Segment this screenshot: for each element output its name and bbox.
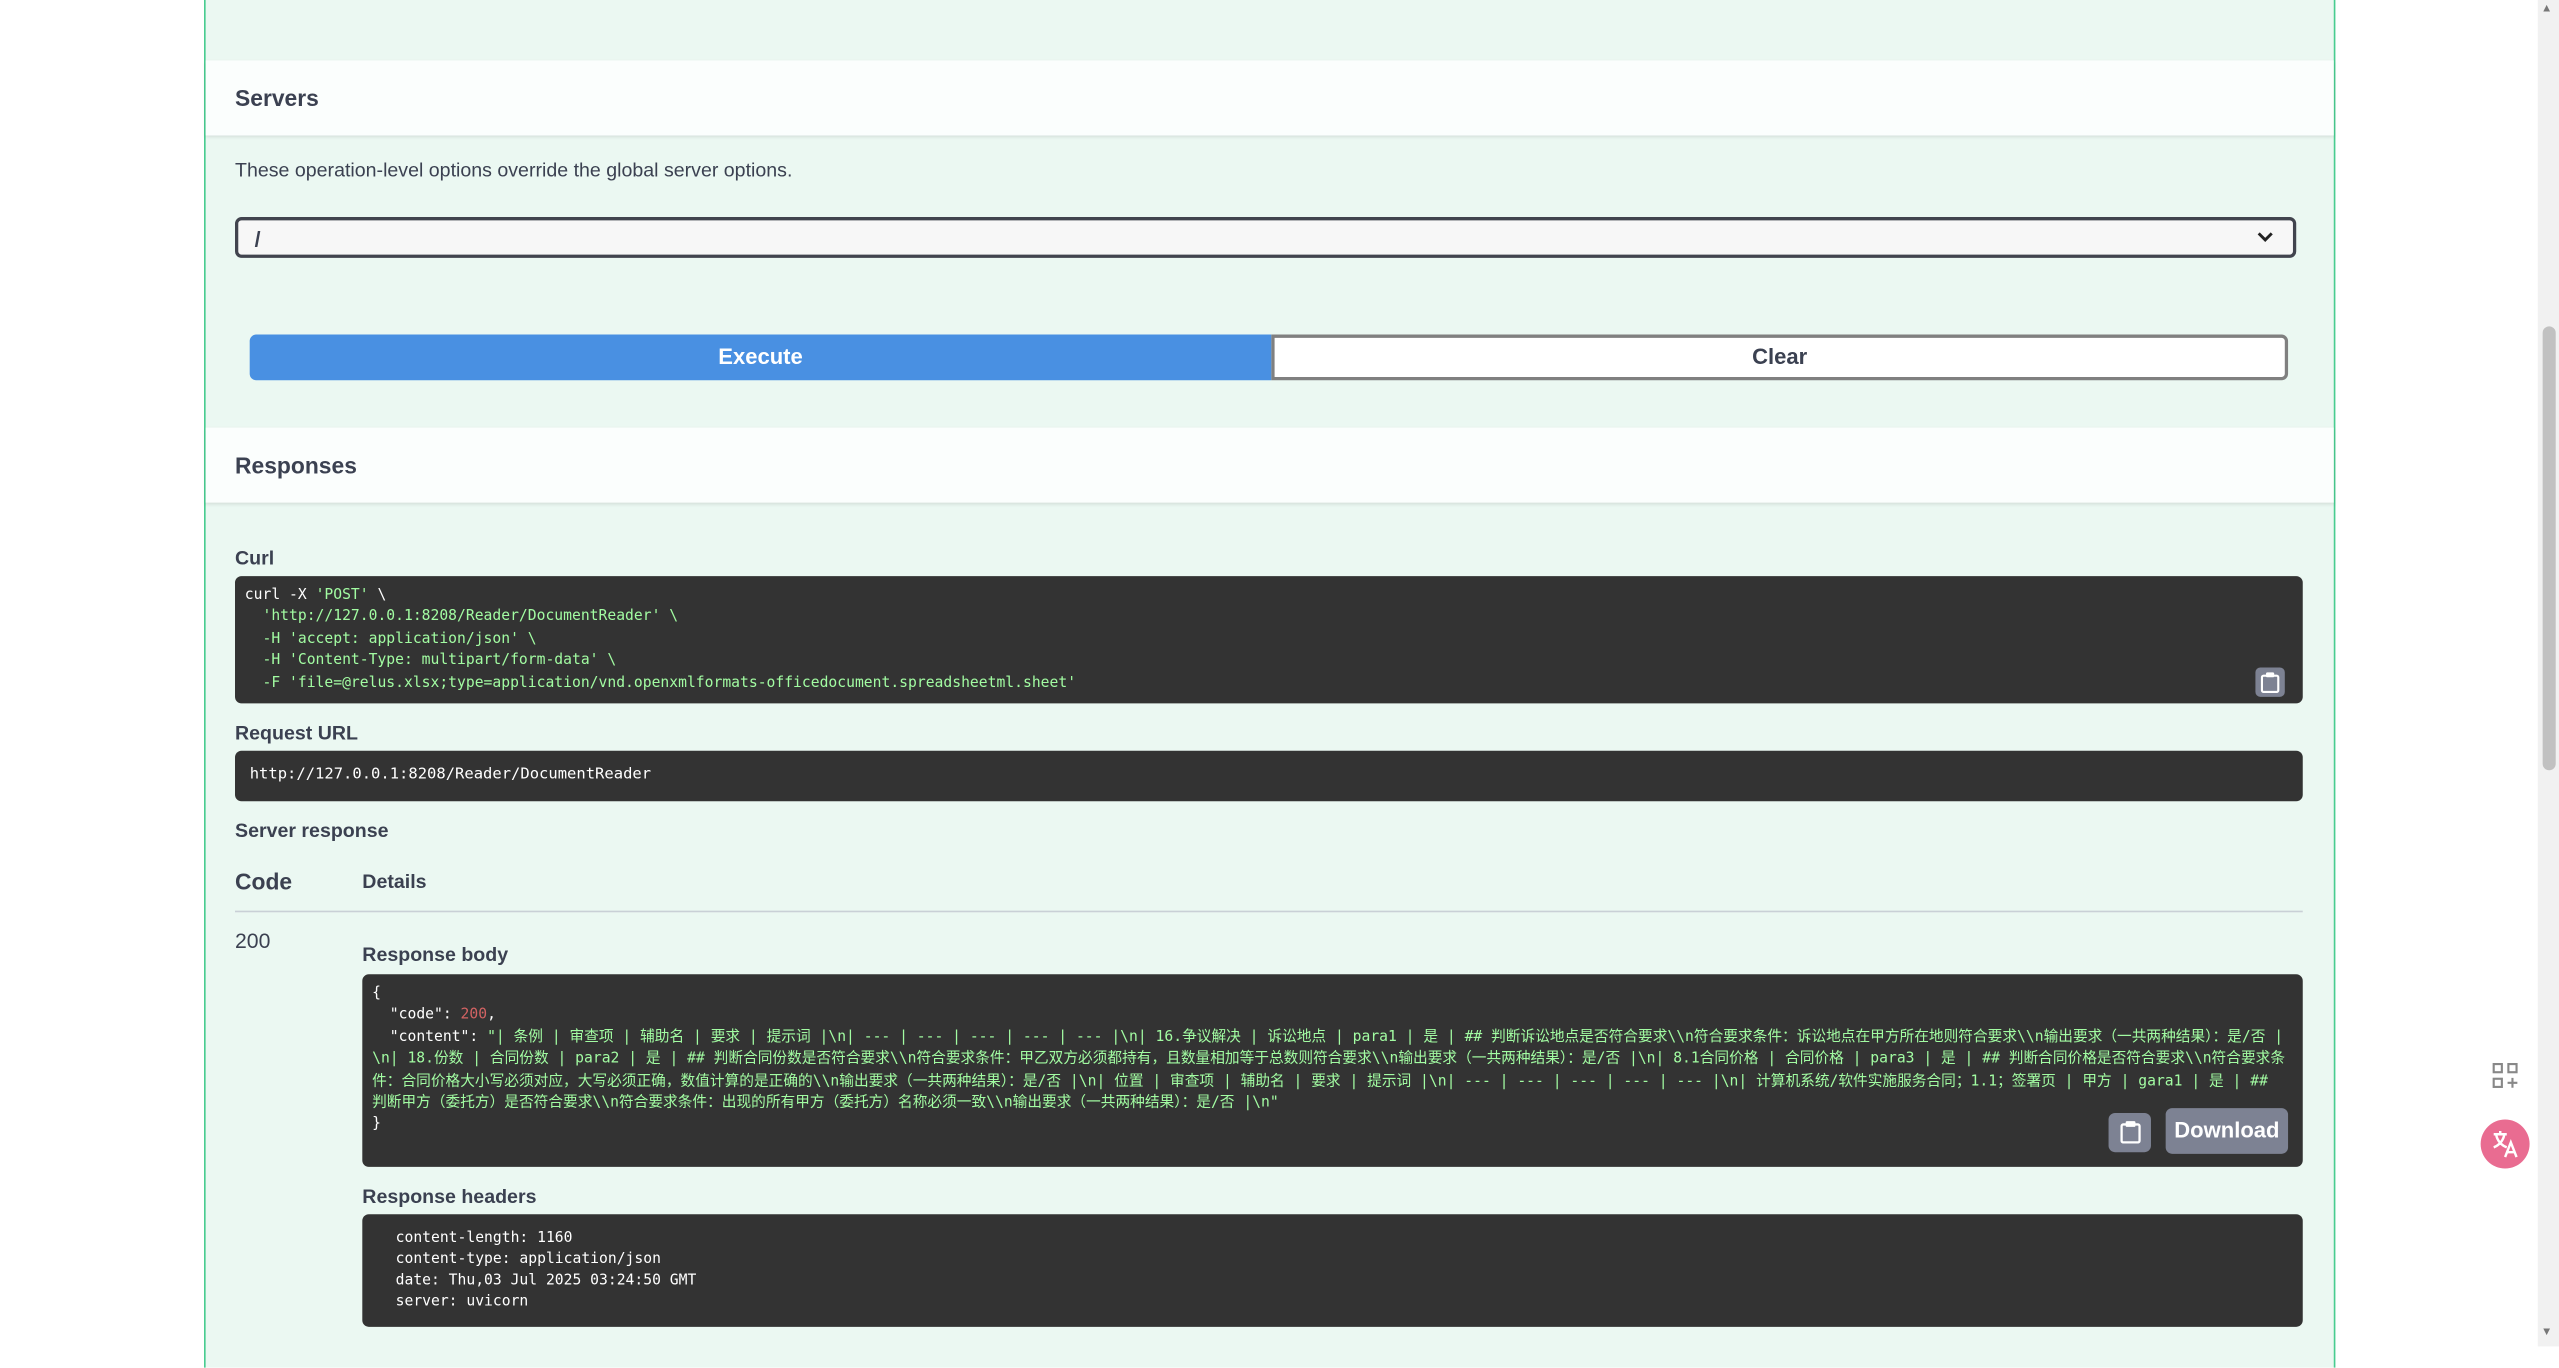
json-brace: { [372, 985, 381, 1003]
chevron-down-icon [2257, 232, 2273, 242]
scroll-down-arrow-icon[interactable]: ▼ [2541, 1327, 2552, 1338]
curl-code-block: curl -X 'POST' \ 'http://127.0.0.1:8208/… [235, 576, 2303, 704]
curl-line: -F 'file=@relus.xlsx;type=application/vn… [244, 674, 1077, 692]
request-url-block: http://127.0.0.1:8208/Reader/DocumentRea… [235, 750, 2303, 802]
servers-title: Servers [235, 84, 319, 111]
header-line: content-type: application/json [386, 1251, 670, 1269]
curl-line: -H 'Content-Type: multipart/form-data' \ [244, 653, 617, 670]
curl-label: Curl [235, 546, 275, 570]
server-select[interactable]: / [235, 217, 2297, 258]
servers-section-header: Servers [205, 60, 2334, 136]
response-body-block[interactable]: { "code": 200, "content": "| 条例 | 审查项 | … [362, 974, 2303, 1167]
responses-title: Responses [235, 452, 357, 479]
translate-button[interactable] [2480, 1119, 2530, 1169]
responses-section-header: Responses [205, 427, 2334, 503]
status-code: 200 [235, 928, 271, 954]
grid-apps-icon[interactable] [2482, 1053, 2528, 1099]
download-button[interactable]: Download [2165, 1108, 2289, 1154]
details-column-header: Details [362, 869, 427, 893]
server-select-value: / [254, 226, 261, 252]
clear-button[interactable]: Clear [1271, 334, 2289, 381]
response-headers-label: Response headers [362, 1184, 537, 1208]
copy-icon [2120, 1121, 2141, 1144]
json-string: "| 条例 | 审查项 | 辅助名 | 要求 | 提示词 |\n| --- | … [372, 1029, 2286, 1112]
code-column-header: Code [235, 868, 293, 895]
translate-icon [2493, 1130, 2518, 1158]
request-url-label: Request URL [235, 721, 358, 745]
operation-block: Servers These operation-level options ov… [204, 0, 2336, 1368]
header-line: server: uvicorn [386, 1294, 538, 1311]
response-headers-block: content-length: 1160 content-type: appli… [362, 1214, 2303, 1327]
header-line: content-length: 1160 [386, 1230, 582, 1247]
copy-response-button[interactable] [2108, 1113, 2151, 1153]
request-url-value: http://127.0.0.1:8208/Reader/DocumentRea… [249, 765, 652, 784]
header-line: date: Thu,03 Jul 2025 03:24:50 GMT [386, 1272, 706, 1290]
json-brace: } [372, 1117, 381, 1134]
server-response-label: Server response [235, 819, 389, 843]
json-key: "content": [372, 1029, 488, 1046]
json-key: "code": [372, 1007, 461, 1024]
scrollbar-thumb[interactable] [2542, 326, 2556, 771]
response-table-divider [235, 910, 2303, 913]
curl-line: 'http://127.0.0.1:8208/Reader/DocumentRe… [244, 609, 679, 626]
response-body-json: { "code": 200, "content": "| 条例 | 审查项 | … [372, 985, 2286, 1134]
curl-line: -H 'accept: application/json' \ [244, 631, 537, 648]
copy-curl-button[interactable] [2255, 667, 2285, 697]
json-number: 200 [460, 1007, 488, 1024]
scroll-up-arrow-icon[interactable]: ▲ [2541, 3, 2552, 14]
copy-icon [2260, 672, 2280, 694]
curl-line: curl -X 'POST' \ [244, 587, 387, 604]
servers-description: These operation-level options override t… [235, 158, 793, 182]
response-body-label: Response body [362, 943, 509, 967]
execute-button[interactable]: Execute [249, 334, 1272, 381]
